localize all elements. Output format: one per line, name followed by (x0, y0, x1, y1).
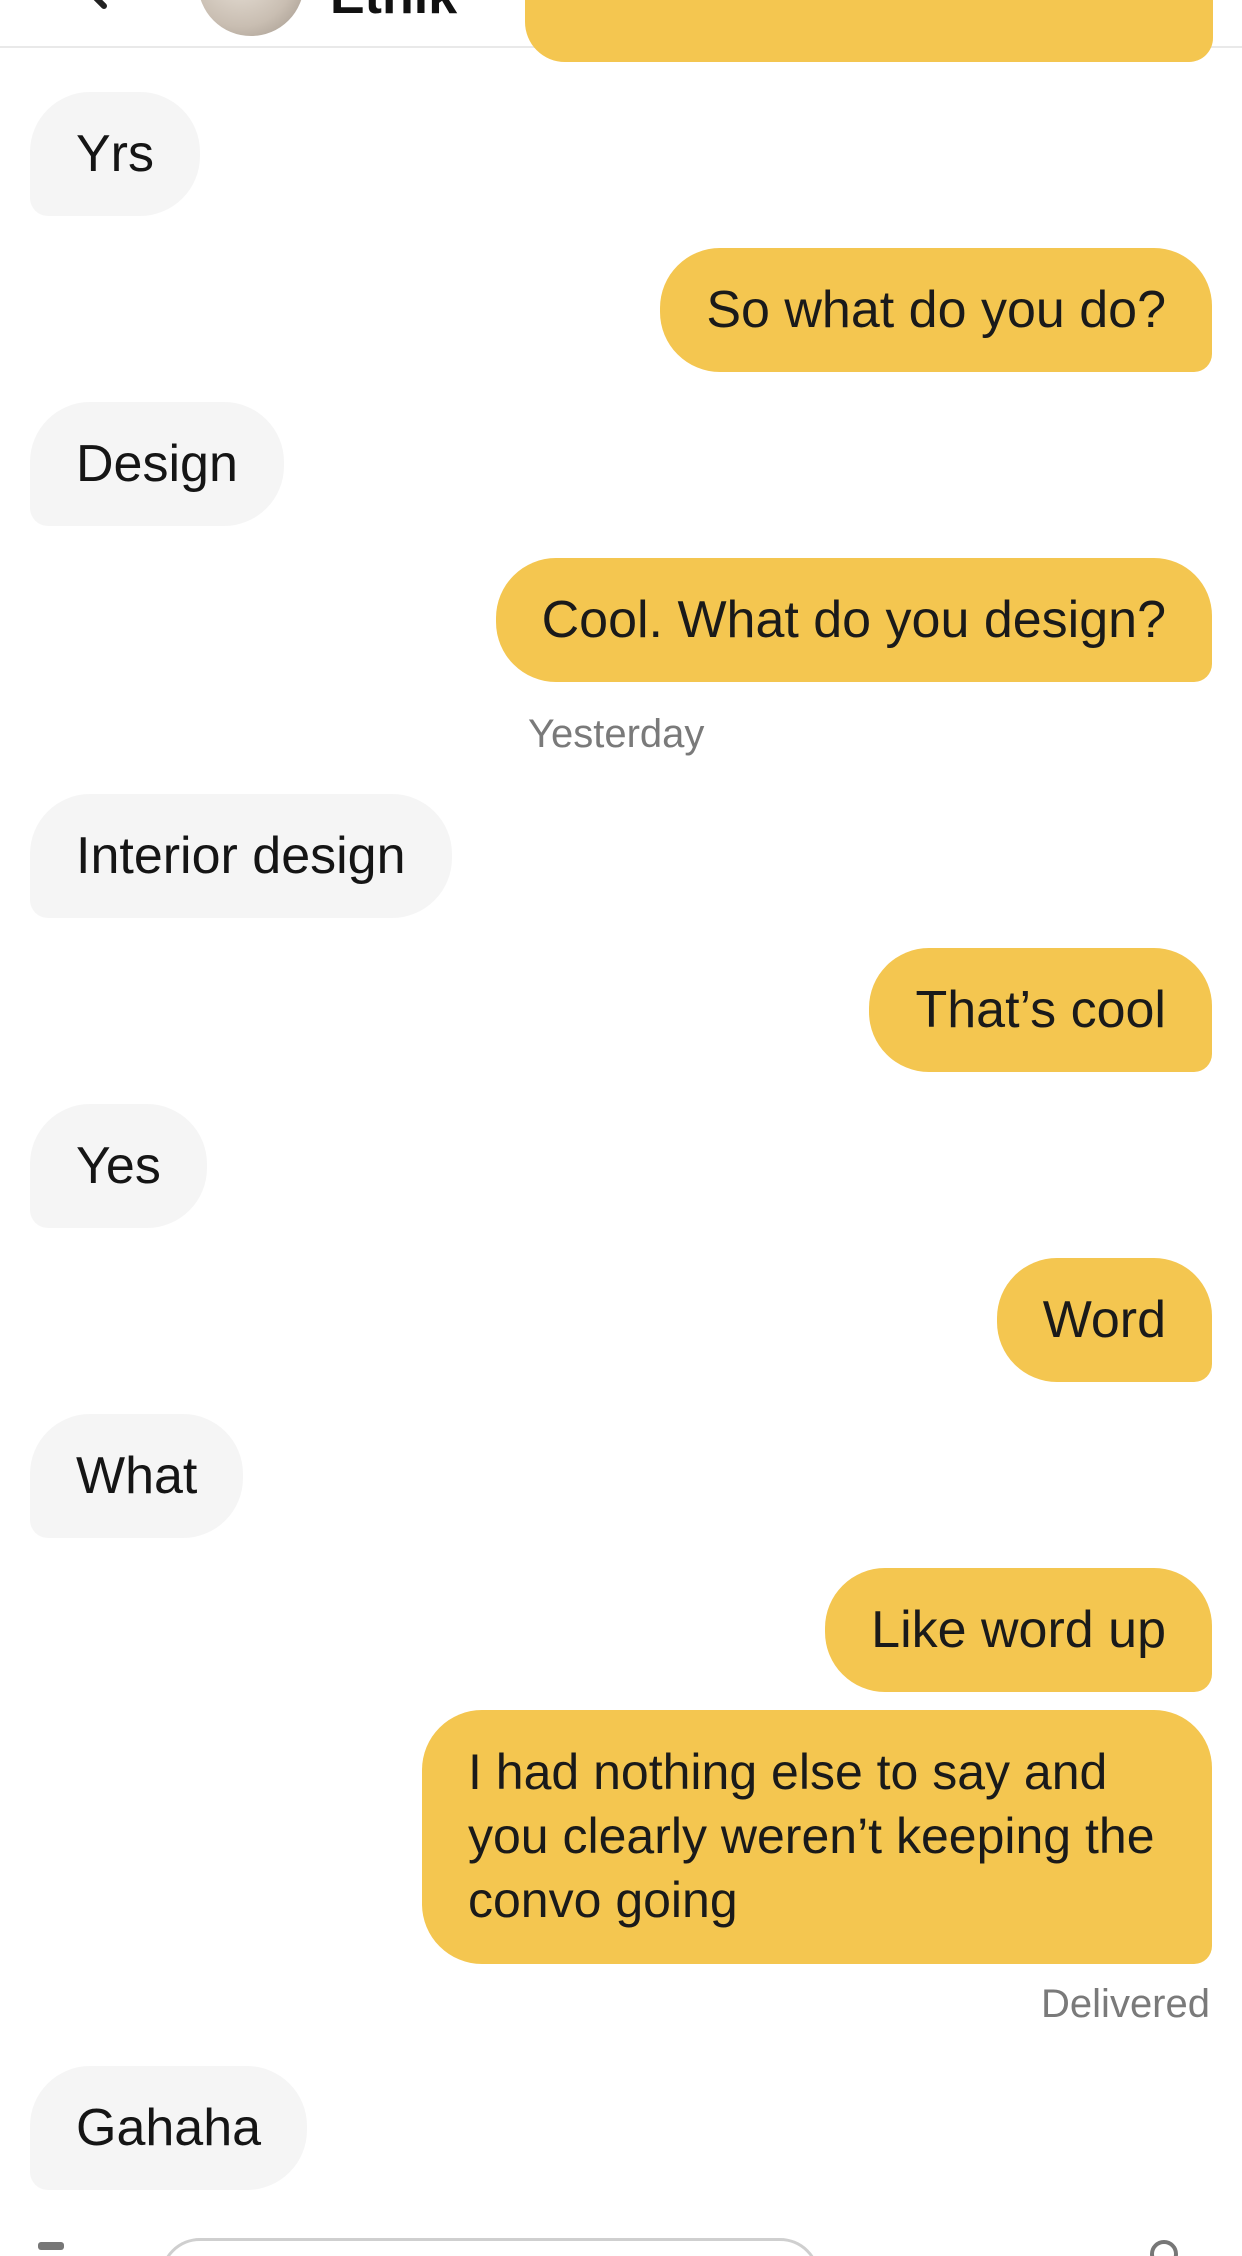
message-bubble-outgoing: Word (996, 1258, 1212, 1382)
attachment-icon[interactable] (38, 2242, 64, 2250)
message-composer (0, 2220, 1242, 2256)
message-bubble-outgoing: I had nothing else to say and you clearl… (422, 1710, 1212, 1964)
message-bubble-incoming: Design (30, 402, 284, 526)
message-input[interactable] (160, 2238, 820, 2256)
avatar[interactable] (198, 0, 304, 36)
message-bubble-incoming: Yrs (30, 92, 200, 216)
message-bubble-outgoing-partial (525, 0, 1213, 62)
message-bubble-incoming: Interior design (30, 794, 452, 918)
timestamp-label: Yesterday (528, 712, 705, 756)
message-bubble-outgoing: Like word up (825, 1568, 1212, 1692)
delivery-status: Delivered (1041, 1982, 1210, 2026)
message-bubble-outgoing: So what do you do? (660, 248, 1212, 372)
contact-name[interactable]: Ethik (330, 0, 457, 22)
message-bubble-outgoing: That’s cool (869, 948, 1212, 1072)
message-bubble-incoming: Gahaha (30, 2066, 308, 2190)
send-icon[interactable] (1150, 2240, 1178, 2256)
message-bubble-outgoing: Cool. What do you design? (495, 558, 1212, 682)
back-arrow-icon[interactable] (70, 0, 120, 10)
message-bubble-incoming: What (30, 1414, 244, 1538)
message-bubble-incoming: Yes (30, 1104, 207, 1228)
